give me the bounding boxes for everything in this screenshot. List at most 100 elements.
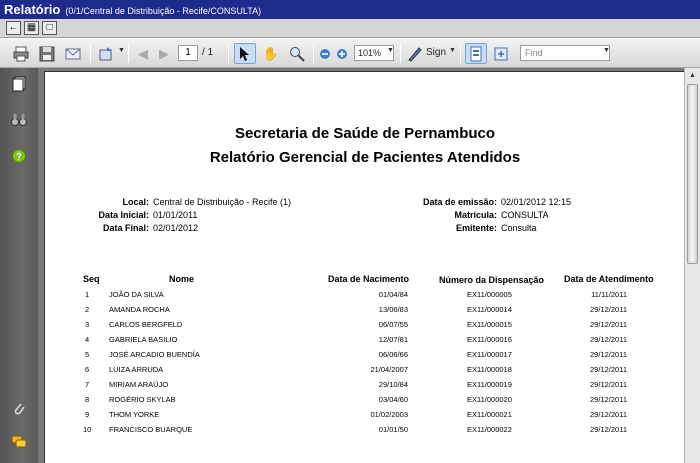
window-controls-strip: ← ▦ □ [0, 19, 700, 38]
cell-data-atendimento: 29/12/2011 [590, 335, 627, 344]
column-header-seq: Seq [83, 274, 100, 284]
cell-numero-dispensacao: EX11/000021 [467, 410, 512, 419]
upload-dropdown-caret-icon[interactable]: ▼ [118, 47, 125, 54]
help-icon[interactable]: ? [11, 148, 27, 164]
toolbar-separator [400, 44, 401, 63]
vertical-scrollbar[interactable]: ▲ [684, 68, 700, 463]
cell-nome: JOSÉ ARCADIO BUENDÍA [109, 350, 200, 359]
cell-data-nascimento: 06/07/55 [378, 320, 408, 329]
save-icon[interactable] [36, 43, 58, 64]
cell-data-atendimento: 29/12/2011 [590, 410, 627, 419]
comments-icon[interactable] [11, 434, 27, 450]
scrollbar-thumb[interactable] [687, 84, 698, 264]
previous-page-icon[interactable]: ◀ [134, 43, 152, 64]
navigation-sidebar: ? [0, 68, 38, 463]
maximize-icon[interactable]: □ [42, 21, 57, 35]
report-page: Secretaria de Saúde de Pernambuco Relató… [44, 71, 684, 463]
cell-seq: 9 [85, 410, 90, 419]
cell-data-atendimento: 29/12/2011 [590, 365, 627, 374]
table-row: 5 JOSÉ ARCADIO BUENDÍA 06/06/66 EX11/000… [45, 349, 685, 364]
back-arrow-icon[interactable]: ← [6, 21, 21, 35]
window-titlebar: Relatório (0/1/Central de Distribuição -… [0, 0, 700, 19]
field-label-data-final: Data Final: [102, 223, 149, 233]
zoom-out-icon[interactable] [318, 43, 332, 64]
cell-numero-dispensacao: EX11/000015 [467, 320, 512, 329]
toolbar-separator [128, 44, 129, 63]
page-total: / 1 [202, 47, 214, 58]
cell-numero-dispensacao: EX11/000019 [467, 380, 512, 389]
cell-nome: JOÃO DA SILVA [109, 290, 164, 299]
cell-numero-dispensacao: EX11/000018 [467, 365, 512, 374]
table-row: 4 GABRIELA BASILIO 12/07/81 EX11/000016 … [45, 334, 685, 349]
column-header-data-atendimento: Data de Atendimento [564, 274, 654, 284]
toolbar-separator [90, 44, 91, 63]
cell-data-nascimento: 01/04/84 [378, 290, 408, 299]
cell-data-atendimento: 29/12/2011 [590, 425, 627, 434]
column-header-nome: Nome [169, 274, 195, 284]
field-value-matricula: CONSULTA [501, 210, 549, 220]
attachment-paperclip-icon[interactable] [11, 400, 27, 416]
report-title: Secretaria de Saúde de Pernambuco [234, 125, 496, 142]
column-header-numero-dispensacao: Número da Dispensação [439, 275, 545, 285]
fit-page-icon[interactable] [465, 43, 487, 64]
field-label-matricula: Matrícula: [454, 210, 497, 220]
cell-seq: 2 [85, 305, 90, 314]
svg-text:?: ? [16, 152, 22, 162]
cell-data-atendimento: 29/12/2011 [590, 320, 627, 329]
window-title: Relatório [4, 2, 61, 17]
field-label-emitente: Emitente: [455, 223, 497, 233]
toolbar-separator [228, 44, 229, 63]
email-icon[interactable] [62, 43, 84, 64]
cell-numero-dispensacao: EX11/000020 [467, 395, 512, 404]
cell-nome: ROGÉRIO SKYLAB [109, 395, 176, 404]
field-label-data-emissao: Data de emissão: [422, 197, 497, 207]
pdf-toolbar: ▼ ◀ ▶ 1 / 1 ✋ 101% ▼ Sign ▼ Find ▼ [0, 39, 700, 68]
find-dropdown-caret-icon[interactable]: ▼ [603, 47, 610, 54]
cell-seq: 10 [83, 425, 92, 434]
cell-data-nascimento: 03/04/60 [378, 395, 408, 404]
sign-pen-icon[interactable] [406, 43, 424, 64]
hand-tool-icon[interactable]: ✋ [260, 43, 282, 64]
sign-dropdown-caret-icon[interactable]: ▼ [449, 47, 456, 54]
cell-nome: CARLOS BERGFELD [109, 320, 183, 329]
report-subtitle: Relatório Gerencial de Pacientes Atendid… [209, 149, 521, 166]
zoom-in-icon[interactable] [335, 43, 349, 64]
table-row: 8 ROGÉRIO SKYLAB 03/04/60 EX11/000020 29… [45, 394, 685, 409]
cell-data-nascimento: 01/02/2003 [370, 410, 408, 419]
zoom-tool-icon[interactable] [286, 43, 308, 64]
pages-icon[interactable] [11, 76, 27, 92]
cell-seq: 6 [85, 365, 90, 374]
field-label-data-inicial: Data Inicial: [98, 210, 149, 220]
cell-data-atendimento: 29/12/2011 [590, 380, 627, 389]
scroll-up-arrow-icon[interactable]: ▲ [687, 70, 698, 81]
find-input[interactable]: Find [520, 45, 610, 61]
export-icon[interactable]: ▦ [24, 21, 39, 35]
toolbar-separator [460, 44, 461, 63]
zoom-dropdown-caret-icon[interactable]: ▼ [387, 47, 394, 54]
cell-seq: 1 [85, 290, 90, 299]
full-screen-icon[interactable] [490, 43, 512, 64]
cell-seq: 5 [85, 350, 90, 359]
page-number-input[interactable]: 1 [178, 45, 198, 61]
table-row: 9 THOM YORKE 01/02/2003 EX11/000021 29/1… [45, 409, 685, 424]
cell-numero-dispensacao: EX11/000005 [467, 290, 512, 299]
print-icon[interactable] [10, 43, 32, 64]
cell-nome: FRANCISCO BUARQUE [109, 425, 193, 434]
document-viewport[interactable]: Secretaria de Saúde de Pernambuco Relató… [38, 68, 684, 463]
binoculars-icon[interactable] [11, 112, 27, 128]
select-tool-icon[interactable] [234, 43, 256, 64]
next-page-icon[interactable]: ▶ [155, 43, 173, 64]
sign-button[interactable]: Sign [426, 45, 446, 61]
cell-numero-dispensacao: EX11/000022 [467, 425, 512, 434]
cell-data-nascimento: 12/07/81 [378, 335, 408, 344]
window-subtitle: (0/1/Central de Distribuição - Recife/CO… [65, 6, 262, 16]
cell-seq: 7 [85, 380, 90, 389]
upload-icon[interactable] [95, 43, 117, 64]
cell-data-nascimento: 13/06/83 [378, 305, 408, 314]
cell-seq: 3 [85, 320, 90, 329]
toolbar-separator [313, 44, 314, 63]
cell-nome: THOM YORKE [109, 410, 160, 419]
cell-data-nascimento: 21/04/2007 [370, 365, 408, 374]
cell-seq: 8 [85, 395, 90, 404]
cell-nome: MIRIAM ARAÚJO [109, 380, 169, 389]
